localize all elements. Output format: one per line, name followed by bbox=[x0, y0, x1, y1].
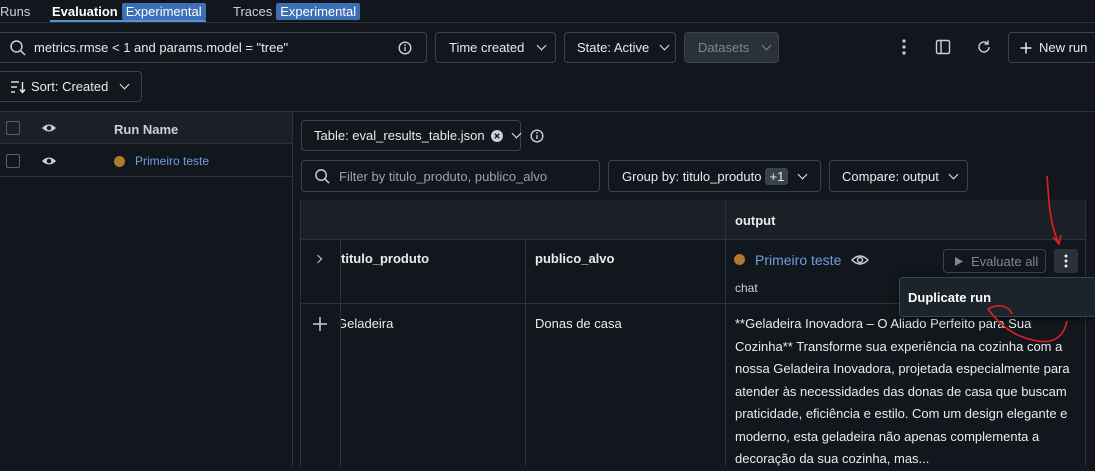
chevron-down-icon bbox=[761, 40, 772, 51]
filter-input[interactable]: Filter by titulo_produto, publico_alvo bbox=[301, 160, 600, 192]
chevron-down-icon bbox=[797, 169, 808, 179]
titulo-produto-cell: Geladeira bbox=[341, 316, 524, 331]
evaluate-all-label: Evaluate all bbox=[971, 253, 1039, 269]
table-select-label: Table: eval_results_table.json bbox=[314, 128, 485, 143]
visibility-eye-icon[interactable] bbox=[851, 254, 869, 266]
publico-alvo-value: Donas de casa bbox=[535, 316, 622, 331]
duplicate-run-menu-item[interactable]: Duplicate run bbox=[908, 290, 991, 305]
run-color-dot bbox=[734, 254, 745, 265]
group-by-count-badge: +1 bbox=[765, 167, 789, 185]
filter-placeholder: Filter by titulo_produto, publico_alvo bbox=[339, 168, 548, 184]
more-options-icon[interactable] bbox=[892, 35, 916, 59]
divider bbox=[0, 22, 1095, 23]
run-name-column-header[interactable]: Run Name bbox=[114, 122, 178, 137]
publico-alvo-column-header: publico_alvo bbox=[535, 251, 615, 266]
tab-runs[interactable]: Runs bbox=[0, 0, 30, 22]
select-all-checkbox[interactable] bbox=[6, 121, 20, 135]
runs-table-header: Run Name bbox=[0, 112, 292, 144]
experimental-badge: Experimental bbox=[121, 2, 206, 20]
tab-evaluation[interactable]: Evaluation Experimental bbox=[52, 0, 206, 22]
info-icon[interactable] bbox=[398, 40, 412, 55]
divider bbox=[300, 239, 1086, 240]
divider bbox=[725, 200, 726, 466]
chevron-down-icon bbox=[536, 40, 547, 51]
row-checkbox[interactable] bbox=[6, 154, 20, 168]
search-input[interactable]: metrics.rmse < 1 and params.model = "tre… bbox=[0, 32, 427, 63]
compare-dropdown[interactable]: Compare: output bbox=[829, 160, 968, 192]
chevron-down-icon bbox=[511, 128, 522, 139]
runs-list-panel: Run Name Primeiro teste bbox=[0, 112, 293, 466]
group-by-dropdown[interactable]: Group by: titulo_produto +1 bbox=[608, 160, 821, 192]
tab-runs-label: Runs bbox=[0, 3, 31, 19]
sort-icon bbox=[11, 80, 26, 94]
output-column-header: output bbox=[735, 213, 776, 228]
time-created-dropdown[interactable]: Time created bbox=[435, 32, 556, 63]
play-icon bbox=[955, 256, 963, 266]
sort-label: Sort: Created bbox=[31, 79, 109, 94]
expand-row-icon[interactable] bbox=[313, 317, 327, 331]
output-cell-text: **Geladeira Inovadora – O Aliado Perfeit… bbox=[735, 316, 1070, 466]
compare-label: Compare: output bbox=[842, 168, 939, 184]
search-query-text: metrics.rmse < 1 and params.model = "tre… bbox=[34, 40, 289, 55]
group-by-label: Group by: titulo_produto bbox=[622, 168, 762, 184]
chevron-down-icon bbox=[659, 40, 670, 51]
run-color-dot bbox=[114, 156, 125, 167]
divider bbox=[340, 240, 341, 466]
clear-icon[interactable] bbox=[490, 129, 503, 142]
run-type-label: chat bbox=[735, 281, 758, 295]
state-label: State: Active bbox=[577, 40, 650, 55]
run-name-link[interactable]: Primeiro teste bbox=[755, 252, 841, 268]
run-name-link[interactable]: Primeiro teste bbox=[135, 154, 209, 168]
evaluate-all-button[interactable]: Evaluate all bbox=[943, 249, 1046, 273]
sidebar-toggle-icon[interactable] bbox=[931, 35, 955, 59]
info-icon[interactable] bbox=[530, 129, 544, 143]
divider bbox=[300, 200, 301, 466]
tab-traces[interactable]: Traces Experimental bbox=[233, 0, 361, 22]
search-icon bbox=[315, 168, 330, 184]
table-select[interactable]: Table: eval_results_table.json bbox=[301, 120, 522, 151]
sort-dropdown[interactable]: Sort: Created bbox=[0, 71, 142, 102]
chevron-down-icon bbox=[119, 79, 130, 90]
state-dropdown[interactable]: State: Active bbox=[564, 32, 676, 63]
new-run-label: New run bbox=[1039, 40, 1088, 55]
chevron-down-icon bbox=[948, 169, 959, 179]
chevron-right-icon[interactable] bbox=[313, 254, 323, 264]
more-options-icon[interactable] bbox=[1054, 249, 1078, 273]
titulo-produto-value: Geladeira bbox=[341, 316, 394, 331]
experimental-badge: Experimental bbox=[276, 2, 361, 20]
time-created-label: Time created bbox=[449, 40, 525, 55]
tab-traces-label: Traces bbox=[233, 3, 273, 19]
refresh-icon[interactable] bbox=[972, 35, 996, 59]
search-icon bbox=[10, 39, 26, 56]
plus-icon bbox=[1020, 42, 1032, 53]
visibility-eye-icon[interactable] bbox=[41, 156, 57, 166]
new-run-button[interactable]: New run bbox=[1008, 32, 1095, 63]
visibility-eye-icon[interactable] bbox=[41, 123, 57, 133]
datasets-dropdown[interactable]: Datasets bbox=[684, 32, 779, 63]
divider bbox=[1085, 200, 1086, 466]
datasets-label: Datasets bbox=[698, 40, 750, 55]
divider bbox=[525, 240, 526, 466]
tab-evaluation-label: Evaluation bbox=[52, 3, 118, 19]
output-header-band bbox=[300, 200, 1086, 240]
table-row[interactable]: Primeiro teste bbox=[0, 145, 292, 177]
titulo-produto-column-header: titulo_produto bbox=[341, 251, 430, 266]
run-actions-menu: Duplicate run bbox=[899, 277, 1095, 317]
